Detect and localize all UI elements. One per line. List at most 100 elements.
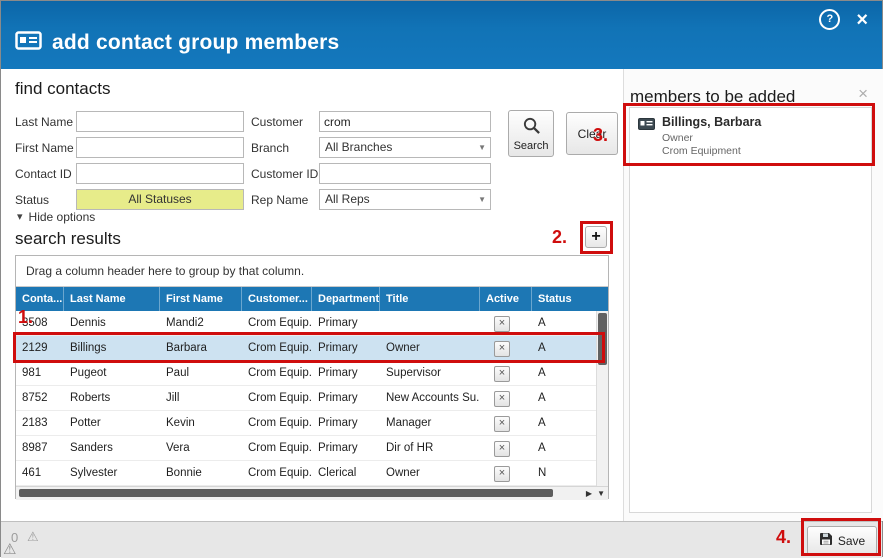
cell-department: Primary (318, 392, 358, 404)
rep-name-select[interactable]: All Reps ▼ (319, 189, 491, 210)
cell-last-name: Sylvester (70, 467, 118, 479)
vertical-scrollbar[interactable] (596, 311, 608, 486)
column-header-department[interactable]: Department (312, 287, 380, 311)
hide-options-toggle[interactable]: ▾ Hide options (17, 210, 95, 224)
cell-contact-id: 8752 (22, 392, 48, 404)
column-header-first-name[interactable]: First Name (160, 287, 242, 311)
cell-active: × (480, 436, 532, 460)
column-header-contact-id[interactable]: Conta... (16, 287, 64, 311)
cell-contact-id: 981 (22, 367, 42, 379)
cell-department: Primary (318, 367, 358, 379)
member-title: Owner (662, 132, 693, 144)
scroll-right-icon[interactable]: ▶ (586, 489, 592, 498)
cell-last-name: Dennis (70, 317, 106, 329)
cell-department: Primary (318, 342, 358, 354)
cell-last-name: Roberts (70, 392, 111, 404)
cell-title: Manager (386, 417, 432, 429)
last-name-input[interactable] (76, 111, 244, 132)
scroll-down-icon[interactable]: ▼ (597, 489, 605, 498)
cell-last-name: Potter (70, 417, 101, 429)
cell-status: A (538, 417, 546, 429)
column-header-customer[interactable]: Customer... (242, 287, 312, 311)
grid-body: 3508 Dennis Mandi2 Crom Equip... Primary… (16, 311, 608, 486)
search-results-title: search results (15, 229, 121, 248)
warning-icon: ⚠ (27, 529, 39, 544)
clear-members-icon[interactable]: × (858, 85, 868, 102)
grid-header-row: Conta... Last Name First Name Customer..… (16, 287, 608, 311)
clear-button[interactable]: Clear (566, 112, 618, 155)
cell-customer: Crom Equip... (248, 342, 312, 354)
branch-select[interactable]: All Branches ▼ (319, 137, 491, 158)
member-item[interactable]: Billings, Barbara Owner Crom Equipment (630, 108, 871, 162)
search-button[interactable]: Search (508, 110, 554, 157)
find-contacts-title: find contacts (15, 79, 111, 98)
branch-value: All Branches (325, 140, 393, 154)
cell-title: Supervisor (386, 367, 441, 379)
cell-first-name: Kevin (166, 417, 195, 429)
cell-first-name: Jill (166, 392, 180, 404)
column-header-status[interactable]: Status (532, 287, 608, 311)
cell-department: Primary (318, 442, 358, 454)
close-icon[interactable]: × (856, 10, 868, 30)
table-row[interactable]: 8752 Roberts Jill Crom Equip... Primary … (16, 386, 608, 411)
table-row[interactable]: 3508 Dennis Mandi2 Crom Equip... Primary… (16, 311, 608, 336)
contact-card-icon (15, 31, 42, 55)
deactivate-icon[interactable]: × (494, 341, 510, 357)
deactivate-icon[interactable]: × (494, 441, 510, 457)
table-row[interactable]: 2183 Potter Kevin Crom Equip... Primary … (16, 411, 608, 436)
group-by-panel[interactable]: Drag a column header here to group by th… (16, 256, 608, 287)
rep-name-label: Rep Name (251, 193, 309, 207)
save-button[interactable]: Save (807, 526, 877, 555)
customer-input[interactable] (319, 111, 491, 132)
table-row[interactable]: 8987 Sanders Vera Crom Equip... Primary … (16, 436, 608, 461)
cell-contact-id: 3508 (22, 317, 48, 329)
column-header-title[interactable]: Title (380, 287, 480, 311)
vertical-scrollbar-thumb[interactable] (598, 313, 607, 365)
cell-status: A (538, 367, 546, 379)
cell-contact-id: 8987 (22, 442, 48, 454)
cell-title: New Accounts Su... (386, 392, 480, 404)
table-row[interactable]: 461 Sylvester Bonnie Crom Equip... Cleri… (16, 461, 608, 486)
members-panel: members to be added × Billings, Barbara … (623, 69, 883, 521)
contact-id-input[interactable] (76, 163, 244, 184)
column-header-last-name[interactable]: Last Name (64, 287, 160, 311)
rep-name-value: All Reps (325, 192, 370, 206)
contact-card-icon (638, 117, 655, 135)
deactivate-icon[interactable]: × (494, 316, 510, 332)
cell-customer: Crom Equip... (248, 417, 312, 429)
deactivate-icon[interactable]: × (494, 366, 510, 382)
branch-label: Branch (251, 141, 290, 155)
cell-customer: Crom Equip... (248, 317, 312, 329)
deactivate-icon[interactable]: × (494, 391, 510, 407)
cell-active: × (480, 411, 532, 435)
cell-last-name: Sanders (70, 442, 113, 454)
search-icon (522, 116, 541, 138)
dialog-content: find contacts Last Name First Name Conta… (1, 69, 883, 521)
help-icon[interactable]: ? (819, 9, 841, 30)
horizontal-scrollbar-thumb[interactable] (19, 489, 553, 497)
footer-bar: 0 ⚠ ⚠ Save (1, 521, 882, 558)
members-panel-title: members to be added (630, 87, 796, 106)
deactivate-icon[interactable]: × (494, 466, 510, 482)
cell-customer: Crom Equip... (248, 367, 312, 379)
add-to-members-button[interactable]: + (585, 226, 607, 248)
cell-first-name: Paul (166, 367, 190, 379)
cell-first-name: Mandi2 (166, 317, 204, 329)
customer-id-input[interactable] (319, 163, 491, 184)
cell-status: A (538, 442, 546, 454)
horizontal-scrollbar[interactable]: ▶ ▼ (16, 486, 608, 500)
deactivate-icon[interactable]: × (494, 416, 510, 432)
dialog-title: add contact group members (52, 31, 340, 54)
column-header-active[interactable]: Active (480, 287, 532, 311)
cell-customer: Crom Equip... (248, 392, 312, 404)
cell-active: × (480, 386, 532, 410)
cell-active: × (480, 361, 532, 385)
first-name-input[interactable] (76, 137, 244, 158)
table-row[interactable]: 981 Pugeot Paul Crom Equip... Primary Su… (16, 361, 608, 386)
table-row-selected[interactable]: 2129 Billings Barbara Crom Equip... Prim… (16, 336, 608, 361)
cell-department: Clerical (318, 467, 357, 479)
clear-button-label: Clear (577, 126, 607, 141)
cell-last-name: Billings (70, 342, 107, 354)
status-select[interactable]: All Statuses (76, 189, 244, 210)
title-row: add contact group members (15, 31, 339, 55)
